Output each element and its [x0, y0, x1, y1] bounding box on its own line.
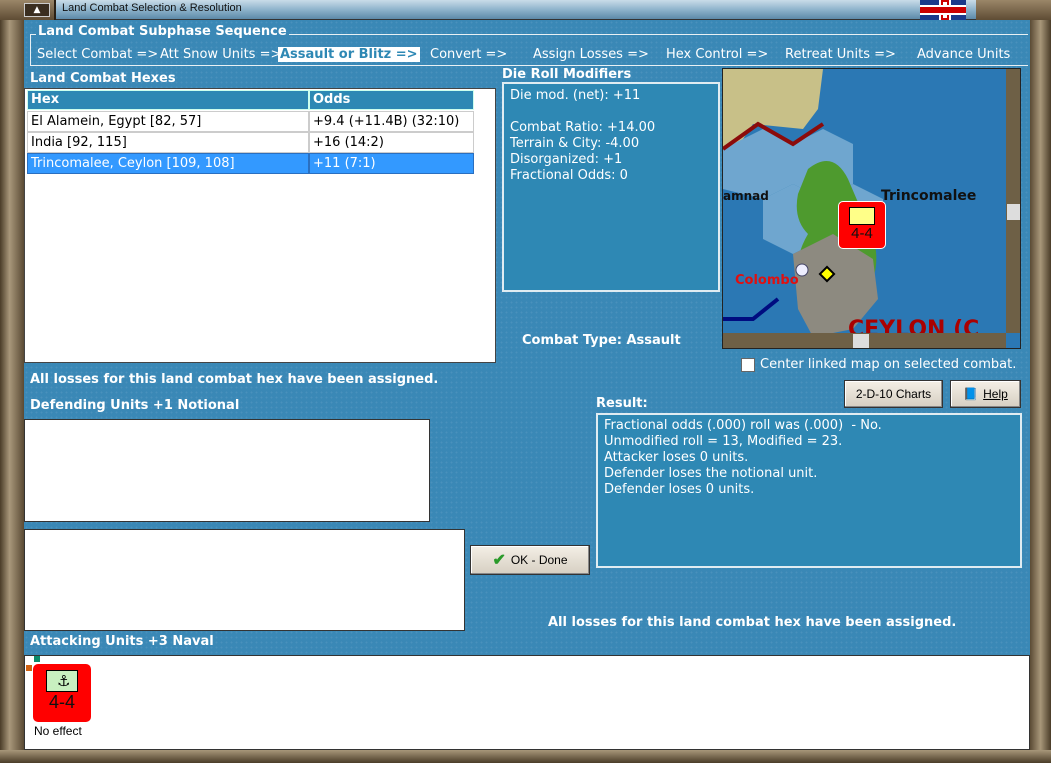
- table-row[interactable]: India [92, 115] +16 (14:2): [27, 132, 474, 153]
- window-controls[interactable]: [976, 0, 1051, 20]
- checkmark-icon: ✔: [492, 552, 506, 569]
- attacking-units-list[interactable]: [24, 655, 1030, 750]
- help-label: Help: [983, 387, 1008, 401]
- cell-odds: +9.4 (+11.4B) (32:10): [309, 111, 474, 132]
- column-header-odds[interactable]: Odds: [309, 90, 474, 110]
- cell-odds: +11 (7:1): [309, 153, 474, 174]
- map-label-trincomalee: Trincomalee: [881, 188, 977, 204]
- map-label-colombo: Colombo: [735, 273, 799, 288]
- window-frame-right: [1030, 20, 1051, 763]
- linked-map[interactable]: amnad Trincomalee Colombo CEYLON (C 4-4: [722, 68, 1021, 349]
- seq-step-hex-control: Hex Control =>: [666, 47, 769, 62]
- combat-hexes-title: Land Combat Hexes: [30, 71, 176, 86]
- seq-step-assign-losses: Assign Losses =>: [533, 47, 649, 62]
- defending-units-list[interactable]: [24, 419, 430, 522]
- window-frame-bottom: [0, 750, 1051, 763]
- map-vertical-scrollbar[interactable]: [1006, 69, 1020, 333]
- ok-done-button[interactable]: ✔ OK - Done: [470, 545, 590, 575]
- charts-button[interactable]: 2-D-10 Charts: [844, 380, 943, 408]
- map-label-ramnad: amnad: [723, 189, 769, 203]
- scroll-thumb[interactable]: [1007, 204, 1020, 220]
- help-button[interactable]: 📘 Help: [950, 380, 1021, 408]
- table-row[interactable]: El Alamein, Egypt [82, 57] +9.4 (+11.4B) …: [27, 111, 474, 132]
- die-roll-modifiers-text: Die mod. (net): +11 Combat Ratio: +14.00…: [502, 82, 720, 292]
- result-text: Fractional odds (.000) roll was (.000) -…: [596, 413, 1022, 568]
- die-roll-modifiers-title: Die Roll Modifiers: [502, 67, 632, 82]
- losses-assigned-message-2: All losses for this land combat hex have…: [548, 615, 957, 630]
- seq-step-advance-units: Advance Units: [917, 47, 1011, 62]
- unit-status: No effect: [34, 724, 82, 738]
- status-dot: [26, 665, 32, 671]
- anchor-icon: ⚓: [57, 672, 71, 690]
- column-header-hex[interactable]: Hex: [27, 90, 309, 110]
- window-frame-left: [0, 20, 24, 763]
- cell-hex: El Alamein, Egypt [82, 57]: [27, 111, 309, 132]
- minimize-icon: ▲: [24, 3, 50, 17]
- table-row-selected[interactable]: Trincomalee, Ceylon [109, 108] +11 (7:1): [27, 153, 474, 174]
- uk-flag-icon: [920, 0, 966, 20]
- system-menu-button[interactable]: ▲: [0, 0, 56, 20]
- seq-step-convert: Convert =>: [430, 47, 508, 62]
- scroll-thumb[interactable]: [853, 334, 869, 348]
- ok-label: OK - Done: [510, 553, 568, 567]
- seq-step-att-snow-units: Att Snow Units =>: [160, 47, 282, 62]
- window-title: Land Combat Selection & Resolution: [62, 2, 242, 14]
- seq-step-retreat-units: Retreat Units =>: [785, 47, 896, 62]
- charts-label: 2-D-10 Charts: [855, 387, 932, 401]
- attacking-unit-counter[interactable]: ⚓ 4-4: [33, 664, 91, 722]
- cell-hex: India [92, 115]: [27, 132, 309, 153]
- cell-hex: Trincomalee, Ceylon [109, 108]: [27, 153, 309, 174]
- combat-type: Combat Type: Assault: [522, 333, 681, 348]
- attacking-units-title: Attacking Units +3 Naval: [30, 634, 214, 649]
- map-horizontal-scrollbar[interactable]: [723, 333, 1006, 348]
- naval-unit-icon: [849, 207, 875, 225]
- seq-step-select-combat: Select Combat =>: [37, 47, 159, 62]
- unit-strength: 4-4: [851, 225, 873, 242]
- defending-units-title: Defending Units +1 Notional: [30, 398, 240, 413]
- center-map-checkbox[interactable]: [741, 358, 755, 372]
- center-map-label: Center linked map on selected combat.: [760, 357, 1017, 372]
- map-unit-counter[interactable]: 4-4: [838, 201, 886, 249]
- seq-step-assault-or-blitz: Assault or Blitz =>: [278, 47, 420, 62]
- book-icon: 📘: [963, 387, 979, 401]
- status-dot: [34, 656, 40, 662]
- naval-unit-icon: ⚓: [46, 670, 78, 692]
- cell-odds: +16 (14:2): [309, 132, 474, 153]
- table-header: Hex Odds: [27, 90, 474, 110]
- result-title: Result:: [596, 396, 648, 411]
- unit-strength: 4-4: [48, 692, 75, 712]
- defending-units-detail[interactable]: [24, 529, 465, 631]
- losses-assigned-message: All losses for this land combat hex have…: [30, 372, 439, 387]
- subphase-sequence-title: Land Combat Subphase Sequence: [36, 24, 289, 39]
